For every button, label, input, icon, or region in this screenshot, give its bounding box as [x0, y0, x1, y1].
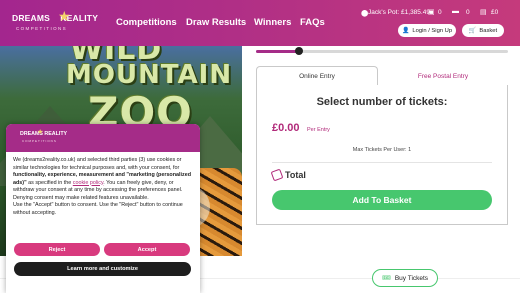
tab-free-postal-entry[interactable]: Free Postal Entry [378, 66, 508, 86]
wallet-icon[interactable]: ▬ [452, 8, 459, 15]
max-tickets-note: Max Tickets Per User: 1 [352, 147, 412, 153]
cookie-text-part: as specified in the [26, 179, 73, 186]
cookie-notice-text: We (dreams2reality.co.uk) and selected t… [13, 157, 195, 217]
divider [272, 162, 492, 163]
total-label: Total [285, 170, 306, 180]
star-icon: ★ [58, 8, 71, 24]
ticket-icon[interactable]: ▣ [428, 8, 435, 16]
buy-tickets-button[interactable]: 🎟 Buy Tickets [372, 269, 438, 287]
tab-online-entry[interactable]: Online Entry [256, 66, 378, 86]
cookie-reject-button[interactable]: Reject [14, 243, 100, 256]
ticket-count: 0 [438, 9, 442, 16]
gift-icon[interactable]: ▤ [480, 8, 487, 16]
jackpot-label[interactable]: Jack's Pot: £1,385.49 [368, 9, 430, 16]
nav-draw-results[interactable]: Draw Results [186, 17, 246, 28]
ticket-slider-fill [256, 50, 299, 53]
user-icon: 👤 [401, 28, 410, 34]
basket-label: Basket [479, 27, 498, 34]
ticket-slider-handle[interactable] [294, 47, 303, 55]
logo-subtitle: COMPETITIONS [16, 26, 68, 31]
add-to-basket-button[interactable]: Add To Basket [272, 190, 492, 210]
ticket-price: £0.00 [272, 122, 300, 134]
cookie-text-part: Use the "Accept" button to consent. Use … [13, 202, 183, 216]
cookie-accept-button[interactable]: Accept [104, 243, 190, 256]
basket-icon: 🛒 [468, 28, 477, 34]
login-label: Login / Sign Up [412, 27, 453, 34]
logo-wordmark: DREAMS REALITY [12, 13, 99, 23]
wallet-count: 0 [466, 9, 470, 16]
per-entry-label: Per Entry [307, 127, 330, 133]
login-signup-button[interactable]: 👤 Login / Sign Up [398, 24, 456, 37]
ticket-icon: 🎟 [381, 275, 391, 282]
cookie-policy-link[interactable]: cookie policy [73, 180, 103, 186]
nav-winners[interactable]: Winners [254, 17, 291, 28]
basket-button[interactable]: 🛒 Basket [462, 24, 504, 37]
cookie-learn-more-button[interactable]: Learn more and customize [14, 262, 191, 276]
cookie-banner-header: DREAMS REALITY ★ COMPETITIONS [6, 124, 200, 152]
credit-amount: £0 [491, 9, 499, 16]
nav-competitions[interactable]: Competitions [116, 17, 177, 28]
cookie-logo-subtitle: COMPETITIONS [22, 139, 57, 143]
buy-tickets-label: Buy Tickets [394, 274, 429, 282]
site-logo[interactable]: DREAMS REALITY ★ COMPETITIONS [12, 8, 98, 39]
select-tickets-heading: Select number of tickets: [316, 96, 448, 108]
site-header: DREAMS REALITY ★ COMPETITIONS Competitio… [0, 0, 520, 46]
hero-word-mountain: MOUNTAIN [66, 60, 233, 90]
nav-faqs[interactable]: FAQs [300, 17, 325, 28]
star-icon: ★ [37, 129, 44, 136]
cookie-text-part: We (dreams2reality.co.uk) and selected t… [13, 157, 182, 171]
cookie-logo-text: DREAMS REALITY [20, 131, 68, 137]
